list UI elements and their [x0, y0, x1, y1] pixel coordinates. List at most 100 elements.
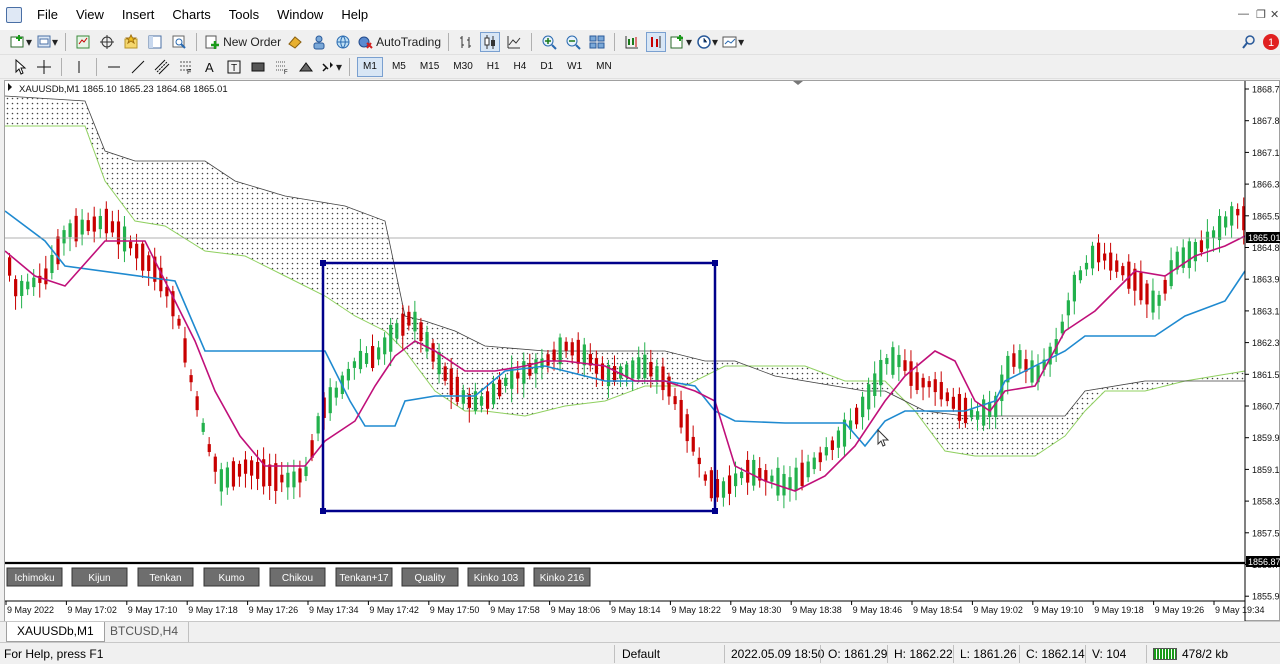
candle-body [1163, 279, 1167, 294]
autotrading-button[interactable]: AutoTrading [357, 32, 441, 52]
periods-button[interactable]: ▾ [696, 32, 718, 52]
timeframe-mn[interactable]: MN [591, 57, 617, 77]
new-order-button[interactable]: New Order [204, 32, 281, 52]
menu-file[interactable]: File [28, 0, 67, 30]
fibonacci-tool[interactable]: F [176, 57, 196, 77]
line-chart-button[interactable] [504, 32, 524, 52]
timeframe-h4[interactable]: H4 [509, 57, 532, 77]
triangle-tool[interactable] [296, 57, 316, 77]
strategy-tester-button[interactable] [169, 32, 189, 52]
chart-shift-button[interactable] [622, 32, 642, 52]
candle-body [976, 411, 980, 420]
bar-chart-button[interactable] [456, 32, 476, 52]
timeframe-h1[interactable]: H1 [482, 57, 505, 77]
timeframe-d1[interactable]: D1 [535, 57, 558, 77]
profiles-icon [37, 35, 51, 48]
price-tick-label: 1857.55 [1252, 528, 1280, 538]
candle-body [32, 277, 36, 288]
candle-body [546, 354, 550, 366]
rectangle-handle[interactable] [320, 508, 326, 514]
candle-body [141, 243, 145, 271]
autoscroll-button[interactable] [646, 32, 667, 52]
candle-body [371, 345, 375, 369]
market-button[interactable] [333, 32, 353, 52]
indicators-button[interactable]: ▾ [670, 32, 692, 52]
text-tool[interactable]: A [200, 57, 220, 77]
metaeditor-button[interactable] [285, 32, 305, 52]
candle-body [631, 360, 635, 379]
candle-body [915, 372, 919, 391]
bar-low: L: 1861.26 [960, 647, 1017, 661]
candle-body [1012, 353, 1016, 367]
rectangle-handle[interactable] [712, 260, 718, 266]
menu-charts[interactable]: Charts [163, 0, 219, 30]
timeframe-m30[interactable]: M30 [448, 57, 477, 77]
search-button[interactable] [1239, 32, 1259, 52]
timeframe-m1[interactable]: M1 [357, 56, 383, 77]
cursor-tool[interactable] [10, 57, 30, 77]
close-icon[interactable]: ✕ [1270, 8, 1279, 21]
candle-body [824, 447, 828, 456]
candle-body [691, 436, 695, 452]
candle-body [776, 467, 780, 496]
templates-button[interactable]: ▾ [722, 32, 744, 52]
candle-body [957, 394, 962, 421]
market-watch-button[interactable] [73, 32, 93, 52]
menu-help[interactable]: Help [332, 0, 377, 30]
signals-button[interactable] [309, 32, 329, 52]
terminal-button[interactable] [145, 32, 165, 52]
triangle-icon [299, 61, 313, 71]
chart-window[interactable]: XAUUSDb,M1 1865.10 1865.23 1864.68 1865.… [4, 80, 1280, 622]
candle-body [873, 373, 877, 396]
navigator-button[interactable] [121, 32, 141, 52]
candle-body [903, 360, 907, 371]
rectangle-tool[interactable] [248, 57, 268, 77]
separator [887, 645, 888, 663]
new-chart-button[interactable]: ▾ [10, 32, 32, 52]
menu-window[interactable]: Window [268, 0, 332, 30]
profile-name[interactable]: Default [622, 647, 660, 661]
bar-volume: V: 104 [1092, 647, 1127, 661]
menu-view[interactable]: View [67, 0, 113, 30]
rectangle-handle[interactable] [712, 508, 718, 514]
timeframe-m5[interactable]: M5 [387, 57, 411, 77]
fibo-fan-tool[interactable]: F [272, 57, 292, 77]
horizontal-line-tool[interactable] [104, 57, 124, 77]
zoom-out-button[interactable] [563, 32, 583, 52]
arrows-tool[interactable]: ▾ [320, 57, 342, 77]
alert-badge-icon: 1 [1263, 34, 1279, 50]
trendline-tool[interactable] [128, 57, 148, 77]
profiles-button[interactable]: ▾ [36, 32, 58, 52]
timeframe-w1[interactable]: W1 [562, 57, 587, 77]
zoom-in-icon [542, 35, 557, 50]
connection-status-icon[interactable] [1153, 648, 1177, 660]
candle-body [364, 353, 369, 364]
channel-tool[interactable] [152, 57, 172, 77]
zoom-in-button[interactable] [539, 32, 559, 52]
menu-tools[interactable]: Tools [220, 0, 268, 30]
price-tick-label: 1868.75 [1252, 85, 1280, 95]
crosshair-tool[interactable] [34, 57, 54, 77]
vertical-line-tool[interactable] [69, 57, 89, 77]
tile-windows-button[interactable] [587, 32, 607, 52]
candle-body [570, 342, 574, 356]
tab-btcusd-h4[interactable]: BTCUSD,H4 [100, 622, 190, 642]
ichimoku-button-label: Tenkan [149, 573, 181, 584]
notifications-button[interactable]: 1 [1261, 32, 1280, 52]
rectangle-handle[interactable] [320, 260, 326, 266]
separator [724, 645, 725, 663]
text-label-tool[interactable]: T [224, 57, 244, 77]
timeframe-m15[interactable]: M15 [415, 57, 444, 77]
data-window-button[interactable] [97, 32, 117, 52]
time-tick-label: 9 May 17:34 [309, 605, 359, 615]
menu-insert[interactable]: Insert [113, 0, 164, 30]
candlestick-button[interactable] [480, 32, 501, 52]
minimize-icon[interactable]: — [1238, 8, 1249, 20]
tab-xauusdb-m1[interactable]: XAUUSDb,M1 [6, 622, 105, 642]
candle-body [927, 381, 931, 388]
restore-icon[interactable]: ❐ [1256, 8, 1266, 21]
candle-body [855, 407, 859, 425]
time-tick-label: 9 May 18:22 [671, 605, 721, 615]
price-axis[interactable]: 1868.75 1867.80 1867.15 1866.35 1865.55 1864.… [1245, 85, 1280, 602]
candle-body [492, 383, 496, 405]
